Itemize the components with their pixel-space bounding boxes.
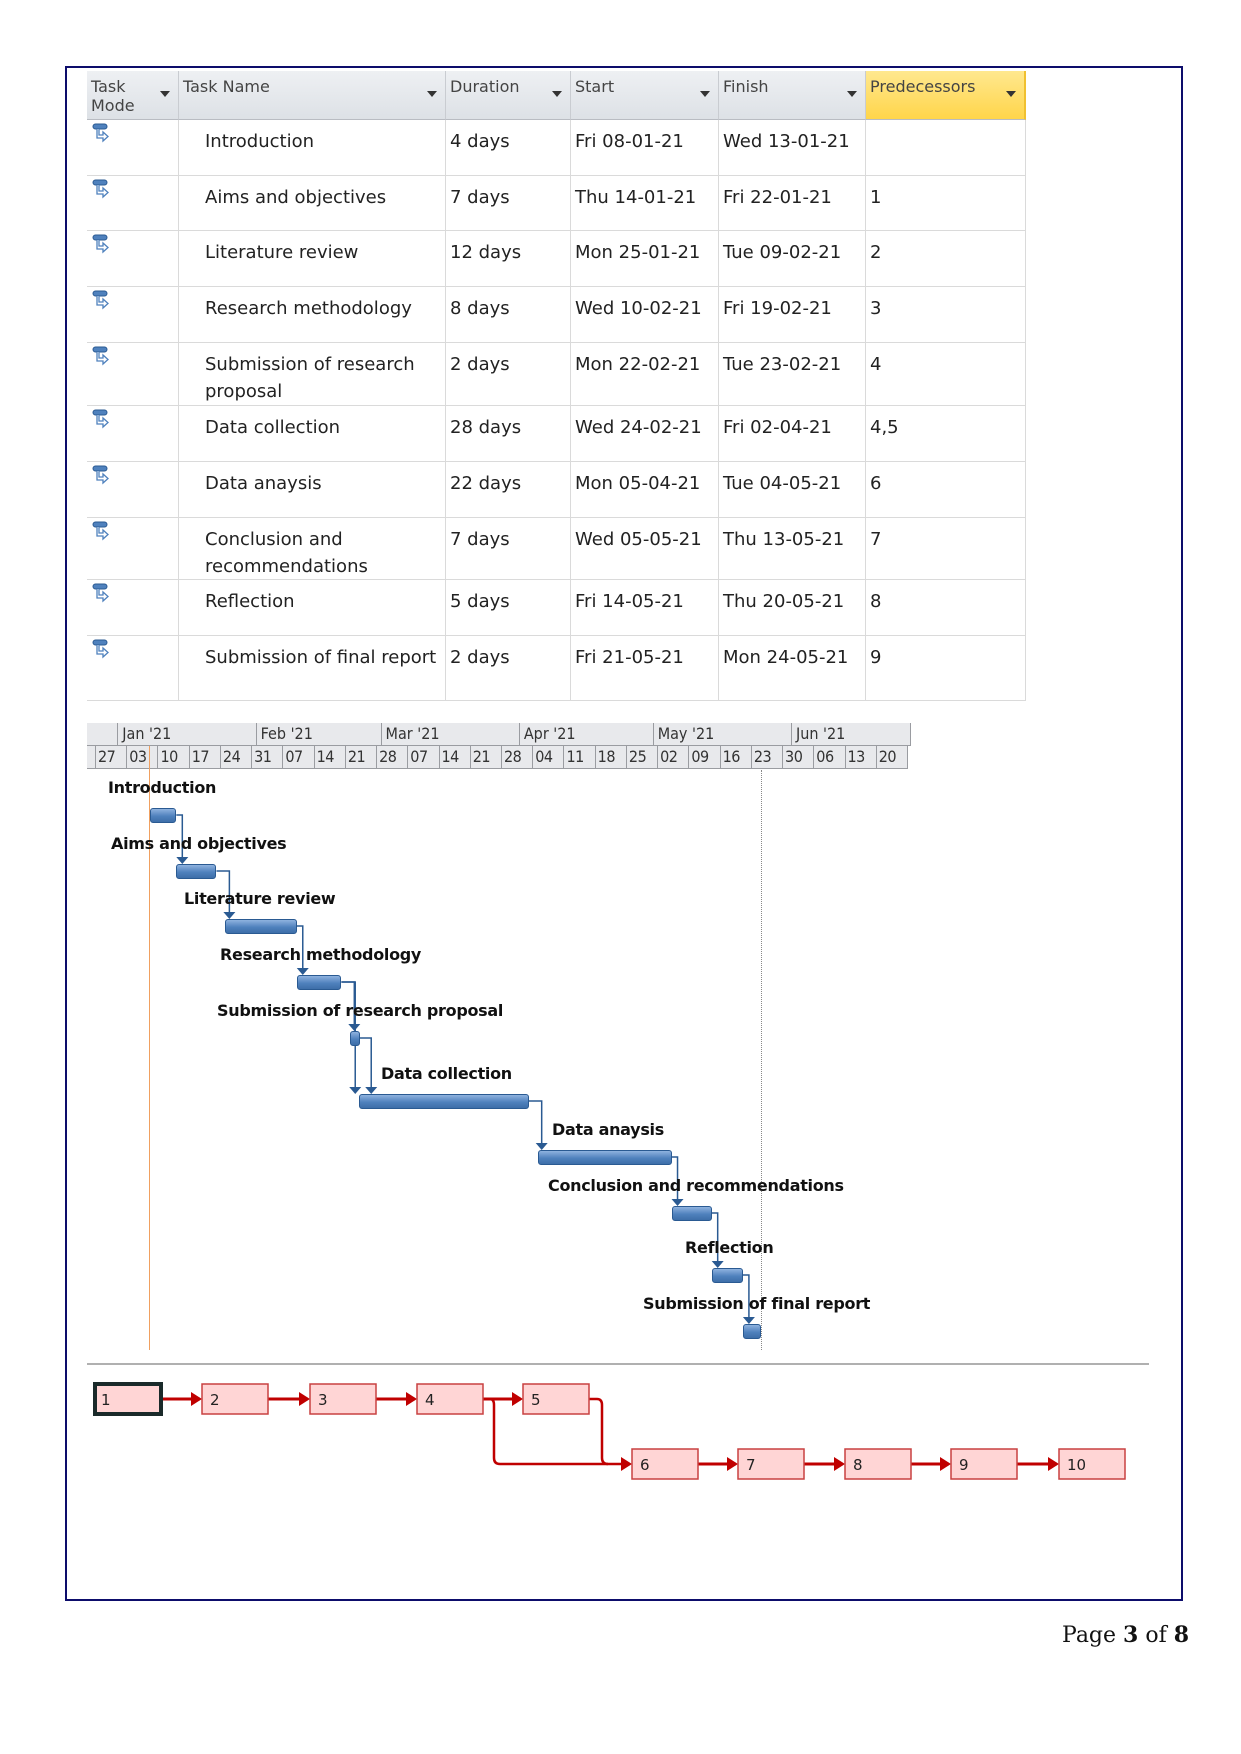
network-node-id: 10	[1067, 1456, 1086, 1474]
network-node-id: 5	[531, 1391, 541, 1409]
network-node-id: 7	[746, 1456, 756, 1474]
network-arrow-icon	[940, 1457, 951, 1471]
network-node[interactable]: 3	[309, 1383, 377, 1415]
network-node[interactable]: 6	[631, 1448, 699, 1480]
network-arrow-icon	[299, 1392, 310, 1406]
network-link	[589, 1397, 609, 1466]
network-node-id: 1	[101, 1391, 111, 1409]
network-diagram: 1 2 3 4 5 6 7 8 9 10	[93, 1382, 1126, 1480]
network-node[interactable]: 10	[1058, 1448, 1126, 1480]
page-number: Page 3 of 8	[1062, 1622, 1189, 1648]
network-node[interactable]: 4	[416, 1383, 484, 1415]
network-arrow-icon	[512, 1392, 523, 1406]
network-node[interactable]: 5	[522, 1383, 590, 1415]
network-arrow-icon	[191, 1392, 202, 1406]
network-arrow-icon	[1048, 1457, 1059, 1471]
current-page: 3	[1123, 1622, 1139, 1648]
network-arrow-icon	[834, 1457, 845, 1471]
network-node[interactable]: 1	[93, 1382, 163, 1416]
network-node-id: 3	[318, 1391, 328, 1409]
network-node[interactable]: 2	[201, 1383, 269, 1415]
total-pages: 8	[1173, 1622, 1190, 1648]
network-arrow-icon	[406, 1392, 417, 1406]
network-node-id: 4	[425, 1391, 435, 1409]
network-node[interactable]: 9	[950, 1448, 1018, 1480]
network-node-id: 2	[210, 1391, 220, 1409]
network-node-id: 9	[959, 1456, 969, 1474]
network-node-id: 6	[640, 1456, 650, 1474]
network-arrow-icon	[621, 1457, 632, 1471]
network-arrow-icon	[727, 1457, 738, 1471]
page-label: Page	[1062, 1623, 1117, 1648]
network-node[interactable]: 8	[844, 1448, 912, 1480]
of-label: of	[1145, 1623, 1167, 1648]
network-node-id: 8	[853, 1456, 863, 1474]
network-node[interactable]: 7	[737, 1448, 805, 1480]
